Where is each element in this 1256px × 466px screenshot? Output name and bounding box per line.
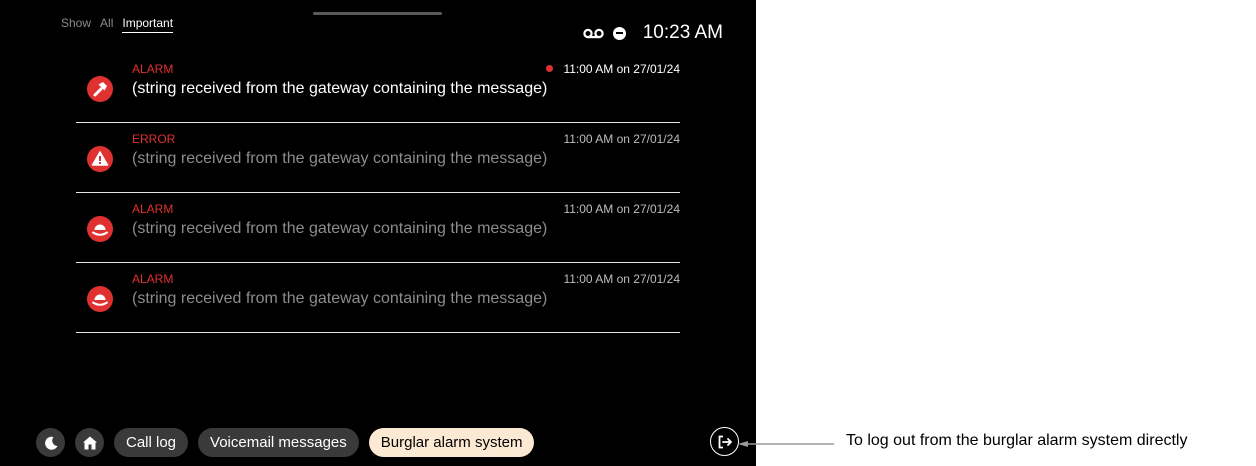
notification-item[interactable]: ALARM 11:00 AM on 27/01/24 (string recei… xyxy=(76,194,680,263)
night-mode-button[interactable] xyxy=(36,428,65,457)
logout-icon xyxy=(718,435,732,448)
home-button[interactable] xyxy=(75,428,104,457)
notification-message: (string received from the gateway contai… xyxy=(132,150,548,167)
warning-icon xyxy=(87,146,113,172)
status-bar: 10:23 AM xyxy=(583,22,723,44)
filter-show-label: Show xyxy=(61,16,92,30)
do-not-disturb-icon xyxy=(612,26,626,40)
burglar-alarm-button[interactable]: Burglar alarm system xyxy=(368,428,535,457)
drag-handle[interactable] xyxy=(313,12,442,15)
notification-list: ALARM 11:00 AM on 27/01/24 (string recei… xyxy=(76,54,680,334)
notification-timestamp: 11:00 AM on 27/01/24 xyxy=(563,272,680,286)
notification-timestamp: 11:00 AM on 27/01/24 xyxy=(546,62,680,76)
notification-item[interactable]: ERROR 11:00 AM on 27/01/24 (string recei… xyxy=(76,124,680,193)
notification-item[interactable]: ALARM 11:00 AM on 27/01/24 (string recei… xyxy=(76,54,680,123)
filter-important[interactable]: Important xyxy=(122,16,174,33)
home-icon xyxy=(82,436,97,449)
unread-dot xyxy=(546,65,554,72)
notification-category: ALARM xyxy=(132,62,174,76)
notification-category: ERROR xyxy=(132,132,176,146)
notification-message: (string received from the gateway contai… xyxy=(132,290,548,307)
notification-message: (string received from the gateway contai… xyxy=(132,80,548,97)
call-log-button[interactable]: Call log xyxy=(114,428,189,457)
device-screen: Show All Important 10:23 AM ALARM 11:00 … xyxy=(0,0,756,466)
callout-arrow xyxy=(738,441,834,447)
notification-category: ALARM xyxy=(132,202,174,216)
notification-item[interactable]: ALARM 11:00 AM on 27/01/24 (string recei… xyxy=(76,264,680,333)
notification-filter: Show All Important xyxy=(61,16,174,33)
voicemail-icon xyxy=(583,28,604,38)
voicemail-button[interactable]: Voicemail messages xyxy=(198,428,359,457)
hammer-icon xyxy=(87,76,113,102)
notification-category: ALARM xyxy=(132,272,174,286)
logout-button[interactable] xyxy=(710,427,739,456)
notification-timestamp: 11:00 AM on 27/01/24 xyxy=(563,132,680,146)
notification-message: (string received from the gateway contai… xyxy=(132,220,548,237)
siren-icon xyxy=(87,216,113,242)
filter-all[interactable]: All xyxy=(100,16,113,33)
callout-annotation: To log out from the burglar alarm system… xyxy=(846,432,1188,449)
bottom-navigation: Call log Voicemail messages Burglar alar… xyxy=(36,428,535,457)
notification-timestamp: 11:00 AM on 27/01/24 xyxy=(563,202,680,216)
timestamp-text: 11:00 AM on 27/01/24 xyxy=(563,62,680,76)
moon-icon xyxy=(44,436,57,450)
clock: 10:23 AM xyxy=(642,22,723,43)
siren-icon xyxy=(87,286,113,312)
